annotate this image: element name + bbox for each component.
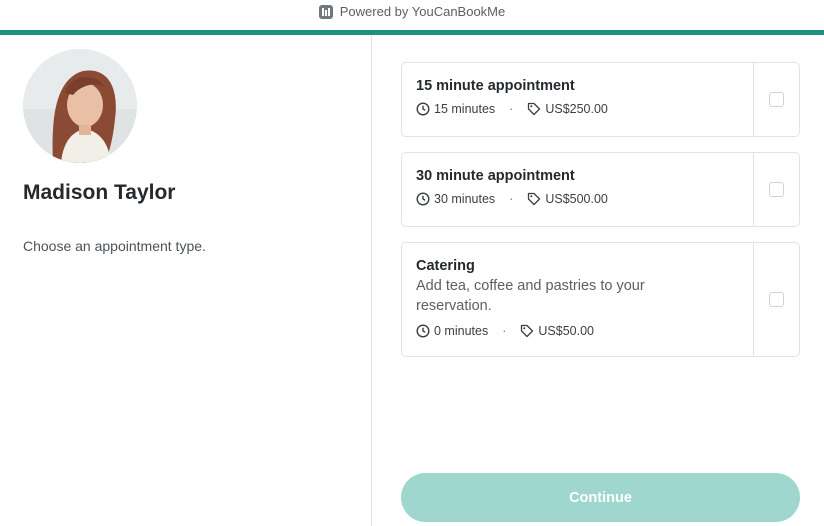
appointment-option-30min[interactable]: 30 minute appointment 30 minutes · US$50… (401, 152, 800, 227)
appointment-panel: 15 minute appointment 15 minutes · US$25… (372, 35, 824, 526)
appointment-meta: 15 minutes · US$250.00 (416, 102, 739, 116)
host-panel: Madison Taylor Choose an appointment typ… (0, 35, 372, 526)
appointment-checkbox[interactable] (768, 182, 784, 197)
appointment-details: Catering Add tea, coffee and pastries to… (402, 243, 754, 356)
appointment-meta: 30 minutes · US$500.00 (416, 192, 739, 206)
appointment-duration: 0 minutes (434, 324, 489, 338)
appointment-option-15min[interactable]: 15 minute appointment 15 minutes · US$25… (401, 62, 800, 137)
powered-by[interactable]: Powered by YouCanBookMe (0, 4, 824, 19)
appointment-price: US$250.00 (545, 102, 608, 116)
host-name: Madison Taylor (23, 181, 176, 204)
appointment-title: Catering (416, 258, 475, 274)
instruction-text: Choose an appointment type. (23, 238, 206, 254)
price-tag-icon (527, 102, 541, 116)
checkbox-area[interactable] (753, 243, 799, 356)
calendar-logo-icon (318, 4, 333, 19)
powered-by-text: Powered by YouCanBookMe (339, 4, 506, 19)
appointment-details: 30 minute appointment 30 minutes · US$50… (402, 153, 754, 226)
clock-icon (416, 324, 430, 338)
appointment-duration: 30 minutes (434, 192, 496, 206)
clock-icon (416, 102, 430, 116)
appointment-details: 15 minute appointment 15 minutes · US$25… (402, 63, 754, 136)
avatar (23, 49, 137, 163)
price-tag-icon (527, 192, 541, 206)
separator-dot: · (502, 324, 507, 338)
appointment-title: 30 minute appointment (416, 168, 575, 184)
appointment-meta: 0 minutes · US$50.00 (416, 324, 739, 338)
checkbox-area[interactable] (753, 153, 799, 226)
appointment-title: 15 minute appointment (416, 78, 575, 94)
continue-button[interactable]: Continue (401, 473, 800, 522)
appointment-duration: 15 minutes (434, 102, 496, 116)
separator-dot: · (509, 192, 514, 206)
appointment-option-catering[interactable]: Catering Add tea, coffee and pastries to… (401, 242, 800, 357)
appointment-checkbox[interactable] (768, 292, 784, 307)
checkbox-area[interactable] (753, 63, 799, 136)
top-bar: Powered by YouCanBookMe (0, 0, 824, 30)
appointment-price: US$50.00 (538, 324, 594, 338)
clock-icon (416, 192, 430, 206)
price-tag-icon (520, 324, 534, 338)
separator-dot: · (509, 102, 514, 116)
appointment-description: Add tea, coffee and pastries to your res… (416, 278, 645, 314)
appointment-checkbox[interactable] (768, 92, 784, 107)
appointment-price: US$500.00 (545, 192, 608, 206)
